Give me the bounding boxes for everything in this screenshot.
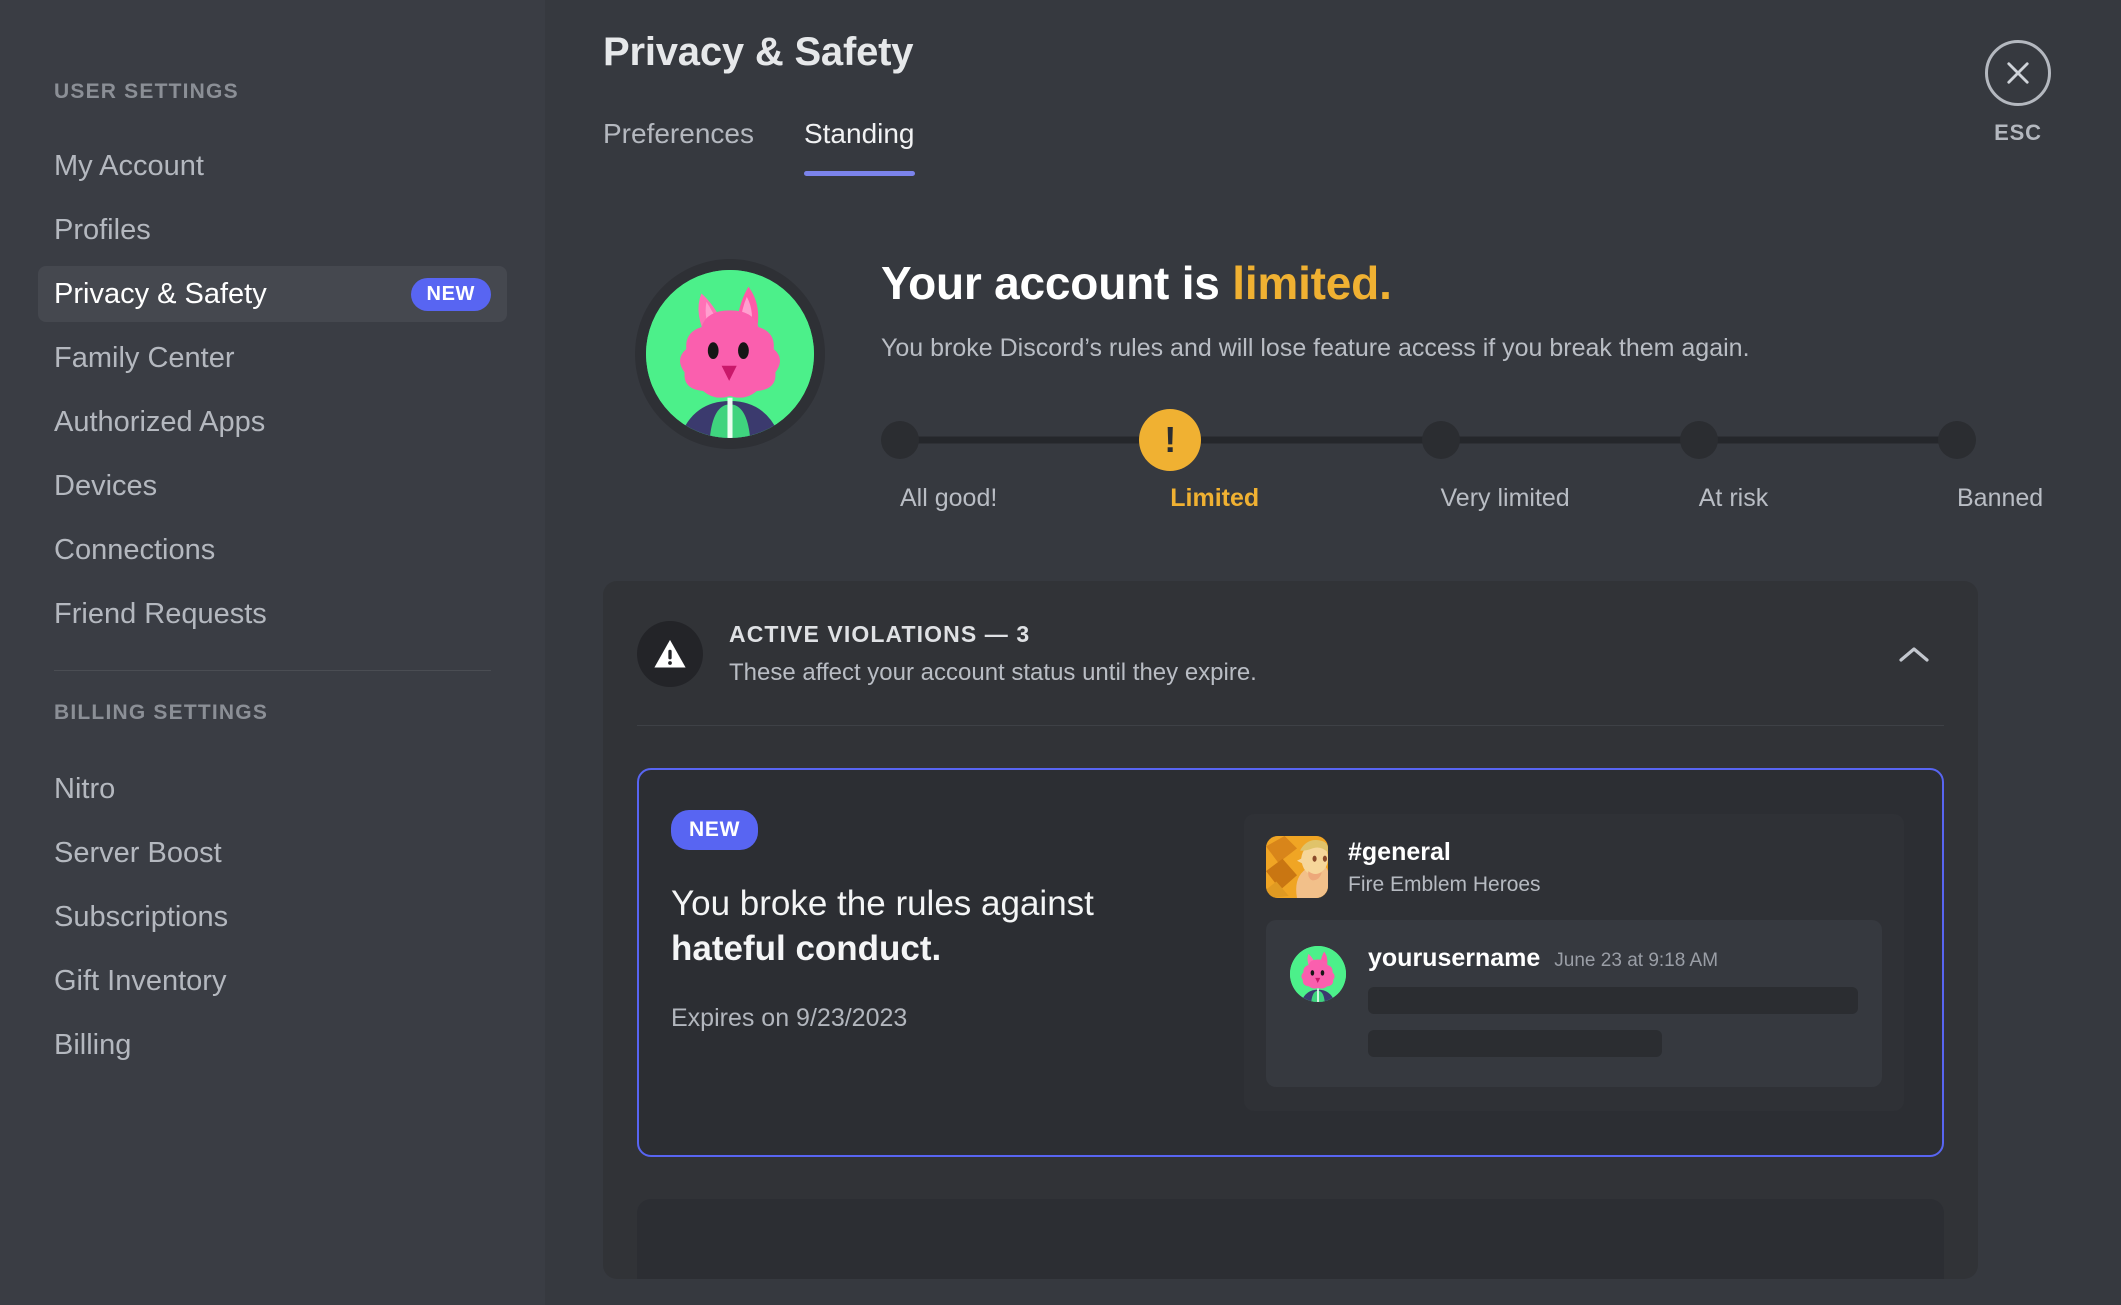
standing-progress-track: ! All good! Limited Very limited At risk… xyxy=(881,409,2044,526)
sidebar-item-subscriptions[interactable]: Subscriptions xyxy=(38,889,507,945)
evidence-channel-row: #general Fire Emblem Heroes xyxy=(1266,836,1882,899)
active-violations-panel: ACTIVE VIOLATIONS — 3 These affect your … xyxy=(603,581,1978,1280)
avatar-bunny-illustration xyxy=(646,270,814,438)
sidebar-item-server-boost[interactable]: Server Boost xyxy=(38,825,507,881)
chevron-up-icon[interactable] xyxy=(1892,632,1936,676)
avatar xyxy=(635,259,825,449)
sidebar-section-billing-settings: BILLING SETTINGS xyxy=(54,701,269,724)
sidebar-item-devices[interactable]: Devices xyxy=(38,458,507,514)
violations-divider xyxy=(637,725,1944,727)
sidebar-item-label: Server Boost xyxy=(54,836,222,869)
sidebar-new-badge: NEW xyxy=(410,277,491,311)
sidebar-item-label: My Account xyxy=(54,149,204,182)
evidence-channel-name: #general xyxy=(1348,838,1451,867)
tab-bar: Preferences Standing xyxy=(603,120,2121,176)
sidebar-item-friend-requests[interactable]: Friend Requests xyxy=(38,586,507,642)
close-label: ESC xyxy=(1994,120,2042,145)
sidebar-item-label: Authorized Apps xyxy=(54,405,266,438)
page-title: Privacy & Safety xyxy=(603,30,914,74)
settings-sidebar: USER SETTINGS My Account Profiles Privac… xyxy=(0,0,545,1305)
exclamation-icon: ! xyxy=(1164,419,1177,461)
sidebar-divider xyxy=(54,670,491,671)
standing-node-very-limited[interactable] xyxy=(1421,421,1460,460)
sidebar-item-label: Connections xyxy=(54,533,216,566)
sidebar-item-family-center[interactable]: Family Center xyxy=(38,330,507,386)
violation-title-line2: hateful conduct. xyxy=(671,929,942,969)
sidebar-section-user-settings: USER SETTINGS xyxy=(54,80,239,103)
sidebar-item-privacy-and-safety[interactable]: Privacy & Safety NEW xyxy=(38,266,507,322)
account-standing-hero: Your account is limited. You broke Disco… xyxy=(603,251,2121,526)
sidebar-item-label: Profiles xyxy=(54,213,151,246)
sidebar-item-nitro[interactable]: Nitro xyxy=(38,761,507,817)
redacted-message-line xyxy=(1368,1030,1662,1058)
settings-window: USER SETTINGS My Account Profiles Privac… xyxy=(0,0,2121,1305)
standing-node-banned[interactable] xyxy=(1938,421,1976,460)
tab-standing[interactable]: Standing xyxy=(803,120,915,176)
settings-main-content: Privacy & Safety Preferences Standing Yo… xyxy=(545,0,2121,1305)
evidence-timestamp: June 23 at 9:18 AM xyxy=(1554,950,1719,972)
evidence-username: yourusername xyxy=(1368,944,1541,973)
standing-headline-status: limited. xyxy=(1232,257,1392,309)
standing-node-all-good[interactable] xyxy=(881,421,919,460)
violation-title: You broke the rules against hateful cond… xyxy=(671,882,1191,972)
standing-headline: Your account is limited. xyxy=(881,257,2121,310)
sidebar-item-billing[interactable]: Billing xyxy=(38,1017,507,1073)
violation-expiry: Expires on 9/23/2023 xyxy=(671,1003,908,1032)
standing-node-at-risk[interactable] xyxy=(1679,421,1718,460)
standing-headline-prefix: Your account is xyxy=(881,257,1233,309)
close-settings-button[interactable]: ESC xyxy=(1973,40,2063,146)
violation-new-badge: NEW xyxy=(671,810,759,851)
standing-track-labels: All good! Limited Very limited At risk B… xyxy=(900,484,2044,513)
warning-triangle-icon xyxy=(637,621,703,688)
redacted-message-line xyxy=(1368,987,1858,1015)
violation-title-line1: You broke the rules against xyxy=(671,884,1094,924)
sidebar-item-gift-inventory[interactable]: Gift Inventory xyxy=(38,953,507,1009)
sidebar-item-label: Billing xyxy=(54,1028,132,1061)
close-icon xyxy=(1985,40,2051,106)
avatar-bunny-illustration-small xyxy=(1290,946,1346,1003)
sidebar-item-label: Nitro xyxy=(54,772,116,805)
sidebar-item-connections[interactable]: Connections xyxy=(38,522,507,578)
active-violations-title: ACTIVE VIOLATIONS — 3 xyxy=(729,621,1031,648)
sidebar-item-label: Devices xyxy=(54,469,158,502)
sidebar-item-authorized-apps[interactable]: Authorized Apps xyxy=(38,394,507,450)
standing-node-limited[interactable]: ! xyxy=(1139,409,1202,472)
server-icon xyxy=(1266,836,1328,899)
sidebar-item-my-account[interactable]: My Account xyxy=(38,138,507,194)
violation-card[interactable]: NEW You broke the rules against hateful … xyxy=(637,768,1944,1158)
sidebar-item-profiles[interactable]: Profiles xyxy=(38,202,507,258)
evidence-message: yourusername June 23 at 9:18 AM xyxy=(1266,920,1882,1088)
violation-card-next-partial[interactable] xyxy=(637,1199,1944,1280)
sidebar-item-label: Privacy & Safety xyxy=(54,277,267,310)
evidence-server-name: Fire Emblem Heroes xyxy=(1348,872,1541,896)
tab-preferences[interactable]: Preferences xyxy=(603,120,754,176)
standing-subtitle: You broke Discord’s rules and will lose … xyxy=(881,333,1750,362)
active-violations-subtitle: These affect your account status until t… xyxy=(729,659,1257,687)
sidebar-item-label: Subscriptions xyxy=(54,900,229,933)
sidebar-item-label: Family Center xyxy=(54,341,235,374)
evidence-avatar xyxy=(1290,946,1346,1003)
active-violations-header[interactable]: ACTIVE VIOLATIONS — 3 These affect your … xyxy=(603,581,1978,725)
violation-evidence-preview: #general Fire Emblem Heroes yourusername… xyxy=(1244,814,1904,1112)
sidebar-item-label: Gift Inventory xyxy=(54,964,227,997)
sidebar-item-label: Friend Requests xyxy=(54,597,267,630)
